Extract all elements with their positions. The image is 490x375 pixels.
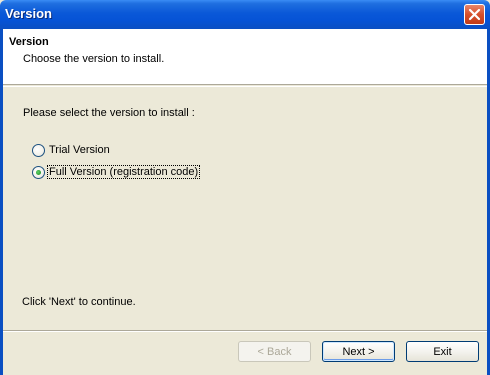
full-version-radio[interactable]	[32, 165, 45, 179]
header-divider	[3, 86, 487, 87]
close-icon	[468, 8, 481, 21]
next-button[interactable]: Next >	[322, 341, 395, 362]
page-subtitle: Choose the version to install.	[23, 53, 165, 65]
footer-divider-highlight	[3, 331, 487, 332]
exit-button[interactable]: Exit	[406, 341, 479, 362]
trial-version-label[interactable]: Trial Version	[48, 144, 111, 156]
continue-hint: Click 'Next' to continue.	[22, 296, 136, 308]
title-bar: Version	[0, 0, 490, 29]
window-title: Version	[5, 6, 52, 21]
header-panel: Version Choose the version to install.	[3, 29, 487, 85]
full-version-option[interactable]: Full Version (registration code)	[32, 164, 201, 180]
trial-version-radio[interactable]	[32, 143, 45, 157]
trial-version-option[interactable]: Trial Version	[32, 142, 111, 158]
full-version-label[interactable]: Full Version (registration code)	[46, 165, 201, 179]
radio-selected-dot	[36, 169, 41, 175]
back-button[interactable]: < Back	[238, 341, 311, 362]
page-title: Version	[9, 36, 49, 48]
select-version-prompt: Please select the version to install :	[23, 107, 195, 119]
close-button[interactable]	[464, 4, 485, 25]
